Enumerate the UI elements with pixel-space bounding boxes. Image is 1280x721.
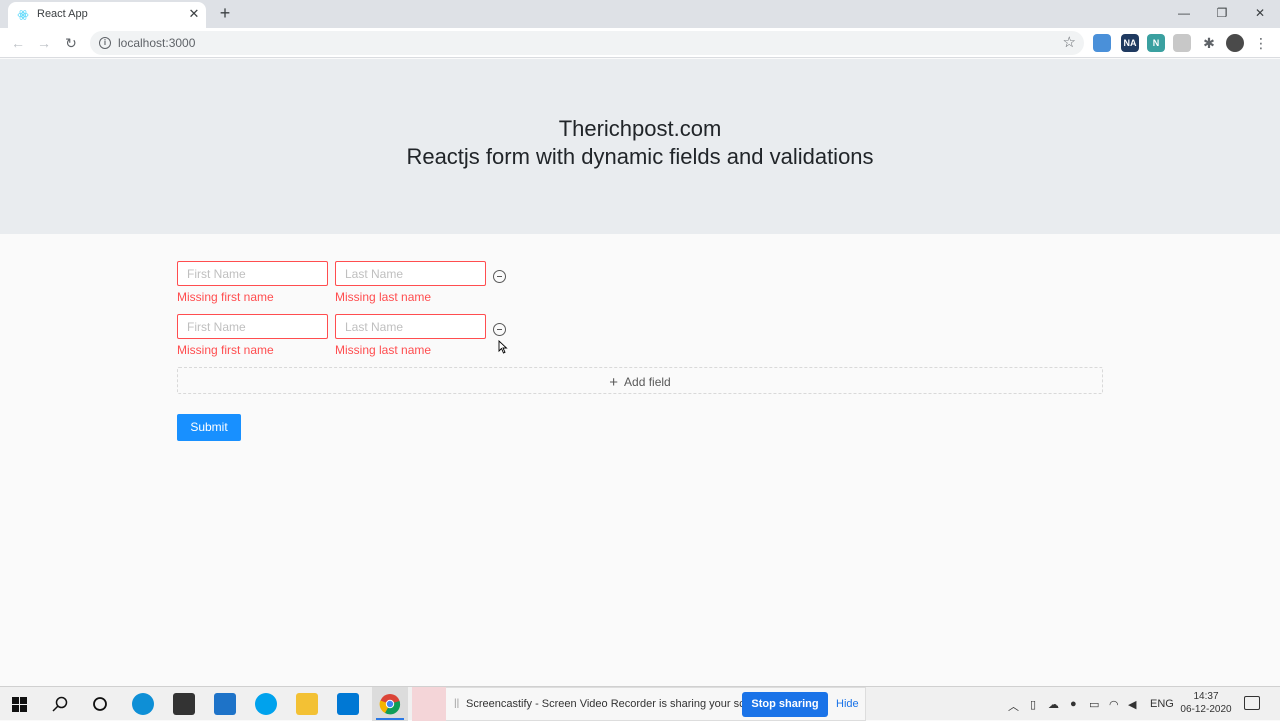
browser-titlebar: React App ✕ + — ❐ ✕ xyxy=(0,0,1280,28)
cortana-icon[interactable] xyxy=(92,696,108,712)
page-subtitle: Reactjs form with dynamic fields and val… xyxy=(406,144,874,169)
browser-toolbar: ← → ↻ i localhost:3000 ☆ NA N ✱ ⋮ xyxy=(0,28,1280,58)
back-button[interactable]: ← xyxy=(8,33,28,53)
shield-ext-icon[interactable] xyxy=(1173,34,1191,52)
chrome-icon[interactable] xyxy=(379,693,401,715)
last-name-input[interactable] xyxy=(335,261,486,286)
page-content: Therichpost.com Reactjs form with dynami… xyxy=(0,59,1280,686)
profile-avatar[interactable] xyxy=(1226,34,1244,52)
microphone-icon[interactable]: ● xyxy=(1070,698,1077,710)
first-name-error: Missing first name xyxy=(177,343,274,357)
browser-menu-icon[interactable]: ⋮ xyxy=(1254,33,1268,53)
file-explorer-icon[interactable] xyxy=(296,693,318,715)
tab-react-app[interactable]: React App ✕ xyxy=(8,2,206,28)
plus-icon: + xyxy=(609,374,619,391)
react-icon xyxy=(17,10,29,20)
language-indicator[interactable]: ENG xyxy=(1150,698,1174,710)
drag-handle-icon[interactable]: || xyxy=(454,698,459,709)
hide-button[interactable]: Hide xyxy=(836,698,859,710)
mail-icon[interactable] xyxy=(214,693,236,715)
volume-icon[interactable]: ◀ xyxy=(1128,698,1136,711)
add-field-label: Add field xyxy=(624,375,671,389)
new-tab-button[interactable]: + xyxy=(216,4,234,22)
page-title: Therichpost.com xyxy=(558,116,722,141)
bookmark-star-icon[interactable]: ☆ xyxy=(1063,34,1076,52)
first-name-input[interactable] xyxy=(177,314,328,339)
minus-circle-icon[interactable] xyxy=(493,270,506,283)
last-name-input[interactable] xyxy=(335,314,486,339)
hero-banner: Therichpost.com Reactjs form with dynami… xyxy=(0,59,1280,234)
system-clock[interactable]: 14:37 06-12-2020 xyxy=(1176,690,1236,716)
edge-icon[interactable] xyxy=(132,693,154,715)
info-icon[interactable]: i xyxy=(99,37,111,49)
minimize-button[interactable]: — xyxy=(1172,3,1196,23)
na-ext-icon[interactable]: NA xyxy=(1121,34,1139,52)
screencastify-message: Screencastify - Screen Video Recorder is… xyxy=(466,698,770,710)
first-name-input[interactable] xyxy=(177,261,328,286)
onedrive-icon[interactable]: ☁ xyxy=(1048,698,1059,711)
wifi-icon[interactable]: ◠ xyxy=(1109,698,1119,711)
tab-title: React App xyxy=(37,8,88,20)
url-text[interactable]: localhost:3000 xyxy=(118,36,195,50)
maximize-button[interactable]: ❐ xyxy=(1210,3,1234,23)
n-ext-icon[interactable]: N xyxy=(1147,34,1165,52)
add-field-content: + Add field xyxy=(178,374,1102,391)
skype-icon[interactable] xyxy=(255,693,277,715)
battery-icon[interactable]: ▭ xyxy=(1089,698,1099,711)
mouse-cursor-icon xyxy=(498,340,508,354)
vscode-icon[interactable] xyxy=(337,693,359,715)
stop-sharing-button[interactable]: Stop sharing xyxy=(742,692,828,717)
notification-icon[interactable] xyxy=(1244,696,1260,710)
forward-button[interactable]: → xyxy=(34,33,54,53)
first-name-error: Missing first name xyxy=(177,290,274,304)
add-field-button[interactable]: + Add field xyxy=(177,367,1103,394)
windows-taskbar: || Screencastify - Screen Video Recorder… xyxy=(0,686,1280,721)
tab-close-icon[interactable]: ✕ xyxy=(186,6,202,22)
windows-start-icon[interactable] xyxy=(12,697,27,712)
close-window-button[interactable]: ✕ xyxy=(1248,3,1272,23)
screencastify-app-tile[interactable] xyxy=(412,687,446,721)
last-name-error: Missing last name xyxy=(335,290,432,304)
address-bar[interactable]: i localhost:3000 ☆ xyxy=(90,31,1084,55)
chevron-up-icon[interactable]: ︿ xyxy=(1008,698,1019,714)
tablet-icon[interactable]: ▯ xyxy=(1030,698,1036,711)
download-ext-icon[interactable] xyxy=(1093,34,1111,52)
submit-button[interactable]: Submit xyxy=(177,414,241,441)
last-name-error: Missing last name xyxy=(335,343,432,357)
store-icon[interactable] xyxy=(173,693,195,715)
clock-time: 14:37 xyxy=(1193,691,1219,702)
search-icon[interactable] xyxy=(52,696,68,712)
minus-circle-icon[interactable] xyxy=(493,323,506,336)
puzzle-icon[interactable]: ✱ xyxy=(1200,34,1218,52)
reload-button[interactable]: ↻ xyxy=(61,33,81,53)
clock-date: 06-12-2020 xyxy=(1180,704,1232,715)
